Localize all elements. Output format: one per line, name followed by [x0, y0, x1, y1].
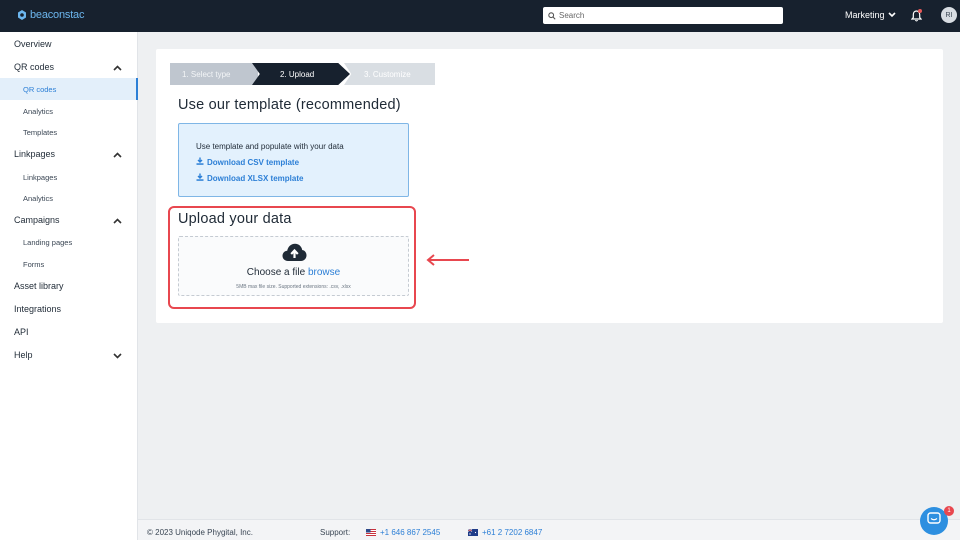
- chat-unread-badge: 1: [944, 506, 954, 516]
- file-dropzone[interactable]: Choose a file browse 5MB max file size. …: [178, 236, 409, 296]
- download-csv-link[interactable]: Download CSV template: [196, 157, 299, 167]
- sidebar-item-label: Forms: [23, 259, 45, 269]
- chevron-up-icon: [113, 150, 122, 160]
- sidebar-item-campaigns[interactable]: Campaigns: [0, 209, 138, 231]
- support-phone-us[interactable]: +1 646 867 2545: [366, 528, 440, 537]
- phone-au-label: +61 2 7202 6847: [482, 528, 543, 537]
- choose-file-text: Choose a file browse: [179, 267, 408, 278]
- browse-link[interactable]: browse: [308, 267, 340, 278]
- sidebar-item-label: Linkpages: [14, 149, 56, 159]
- sidebar-item-integrations[interactable]: Integrations: [0, 298, 138, 320]
- chevron-up-icon: [113, 216, 122, 226]
- step-label: 3. Customize: [364, 69, 411, 79]
- sidebar-subitem-qr-analytics[interactable]: Analytics: [0, 100, 138, 122]
- chevron-up-icon: [113, 63, 122, 73]
- download-icon: [196, 157, 204, 167]
- file-size-note: 5MB max file size. Supported extensions:…: [236, 284, 351, 290]
- beaconstac-logo-icon: [17, 10, 27, 20]
- upload-heading: Upload your data: [178, 211, 292, 227]
- download-xlsx-label: Download XLSX template: [207, 173, 304, 183]
- sidebar-item-help[interactable]: Help: [0, 344, 138, 366]
- sidebar-item-label: Landing pages: [23, 237, 73, 247]
- arrow-left-icon: [426, 253, 470, 271]
- sidebar-subitem-qr-codes[interactable]: QR codes: [0, 78, 138, 100]
- download-xlsx-link[interactable]: Download XLSX template: [196, 173, 303, 183]
- copyright-text: © 2023 Uniqode Phygital, Inc.: [147, 528, 253, 537]
- sidebar-subitem-linkpages-analytics[interactable]: Analytics: [0, 187, 138, 209]
- sidebar-subitem-linkpages[interactable]: Linkpages: [0, 166, 138, 188]
- step-select-type[interactable]: 1. Select type: [170, 63, 258, 85]
- workspace-selector[interactable]: Marketing: [845, 10, 896, 20]
- chat-icon: [927, 512, 941, 530]
- template-heading: Use our template (recommended): [178, 97, 401, 113]
- sidebar-item-label: Overview: [14, 39, 52, 49]
- us-flag-icon: [366, 529, 376, 536]
- download-csv-label: Download CSV template: [207, 157, 300, 167]
- sidebar-subitem-templates[interactable]: Templates: [0, 121, 138, 143]
- step-label: 2. Upload: [280, 69, 315, 79]
- au-flag-icon: [467, 528, 478, 536]
- sidebar-item-overview[interactable]: Overview: [0, 33, 138, 55]
- step-label: 1. Select type: [182, 69, 231, 79]
- template-box: Use template and populate with your data…: [178, 123, 409, 197]
- sidebar-item-label: Analytics: [23, 106, 54, 116]
- search-input[interactable]: [559, 11, 759, 20]
- sidebar-item-api[interactable]: API: [0, 321, 138, 343]
- search-bar[interactable]: [543, 7, 783, 24]
- sidebar-item-label: Analytics: [23, 193, 54, 203]
- footer: © 2023 Uniqode Phygital, Inc. Support: +…: [138, 519, 960, 540]
- sidebar-subitem-forms[interactable]: Forms: [0, 253, 138, 275]
- sidebar-item-label: QR codes: [14, 62, 55, 72]
- notification-dot: [918, 9, 922, 13]
- sidebar-item-label: Linkpages: [23, 172, 58, 182]
- logo[interactable]: beaconstac: [17, 9, 84, 21]
- logo-text: beaconstac: [30, 9, 85, 21]
- support-phone-au[interactable]: +61 2 7202 6847: [467, 528, 543, 537]
- template-intro: Use template and populate with your data: [196, 142, 344, 151]
- chevron-down-icon: [887, 10, 896, 20]
- sidebar-item-label: Templates: [23, 127, 58, 137]
- search-icon: [548, 11, 556, 20]
- phone-us-label: +1 646 867 2545: [380, 528, 441, 537]
- top-bar: beaconstac Marketing RI: [0, 0, 960, 32]
- sidebar-item-label: Asset library: [14, 281, 64, 291]
- sidebar-item-label: Campaigns: [14, 215, 60, 225]
- sidebar-item-linkpages[interactable]: Linkpages: [0, 143, 138, 165]
- sidebar-item-label: Integrations: [14, 304, 62, 314]
- step-customize: 3. Customize: [344, 63, 435, 85]
- sidebar-item-asset-library[interactable]: Asset library: [0, 275, 138, 297]
- workspace-name: Marketing: [845, 10, 885, 20]
- download-icon: [196, 173, 204, 183]
- sidebar-item-label: QR codes: [23, 84, 57, 94]
- sidebar-item-qr-codes[interactable]: QR codes: [0, 56, 138, 78]
- avatar[interactable]: RI: [941, 7, 957, 23]
- step-upload: 2. Upload: [252, 63, 350, 85]
- sidebar-item-label: Help: [14, 350, 33, 360]
- sidebar-subitem-landing-pages[interactable]: Landing pages: [0, 231, 138, 253]
- chevron-down-icon: [113, 351, 122, 361]
- choose-file-label: Choose a file: [246, 267, 306, 278]
- support-label: Support:: [320, 528, 351, 537]
- sidebar-item-label: API: [14, 327, 29, 337]
- sidebar: Overview QR codes QR codes Analytics Tem…: [0, 32, 138, 540]
- cloud-upload-icon: [282, 243, 307, 267]
